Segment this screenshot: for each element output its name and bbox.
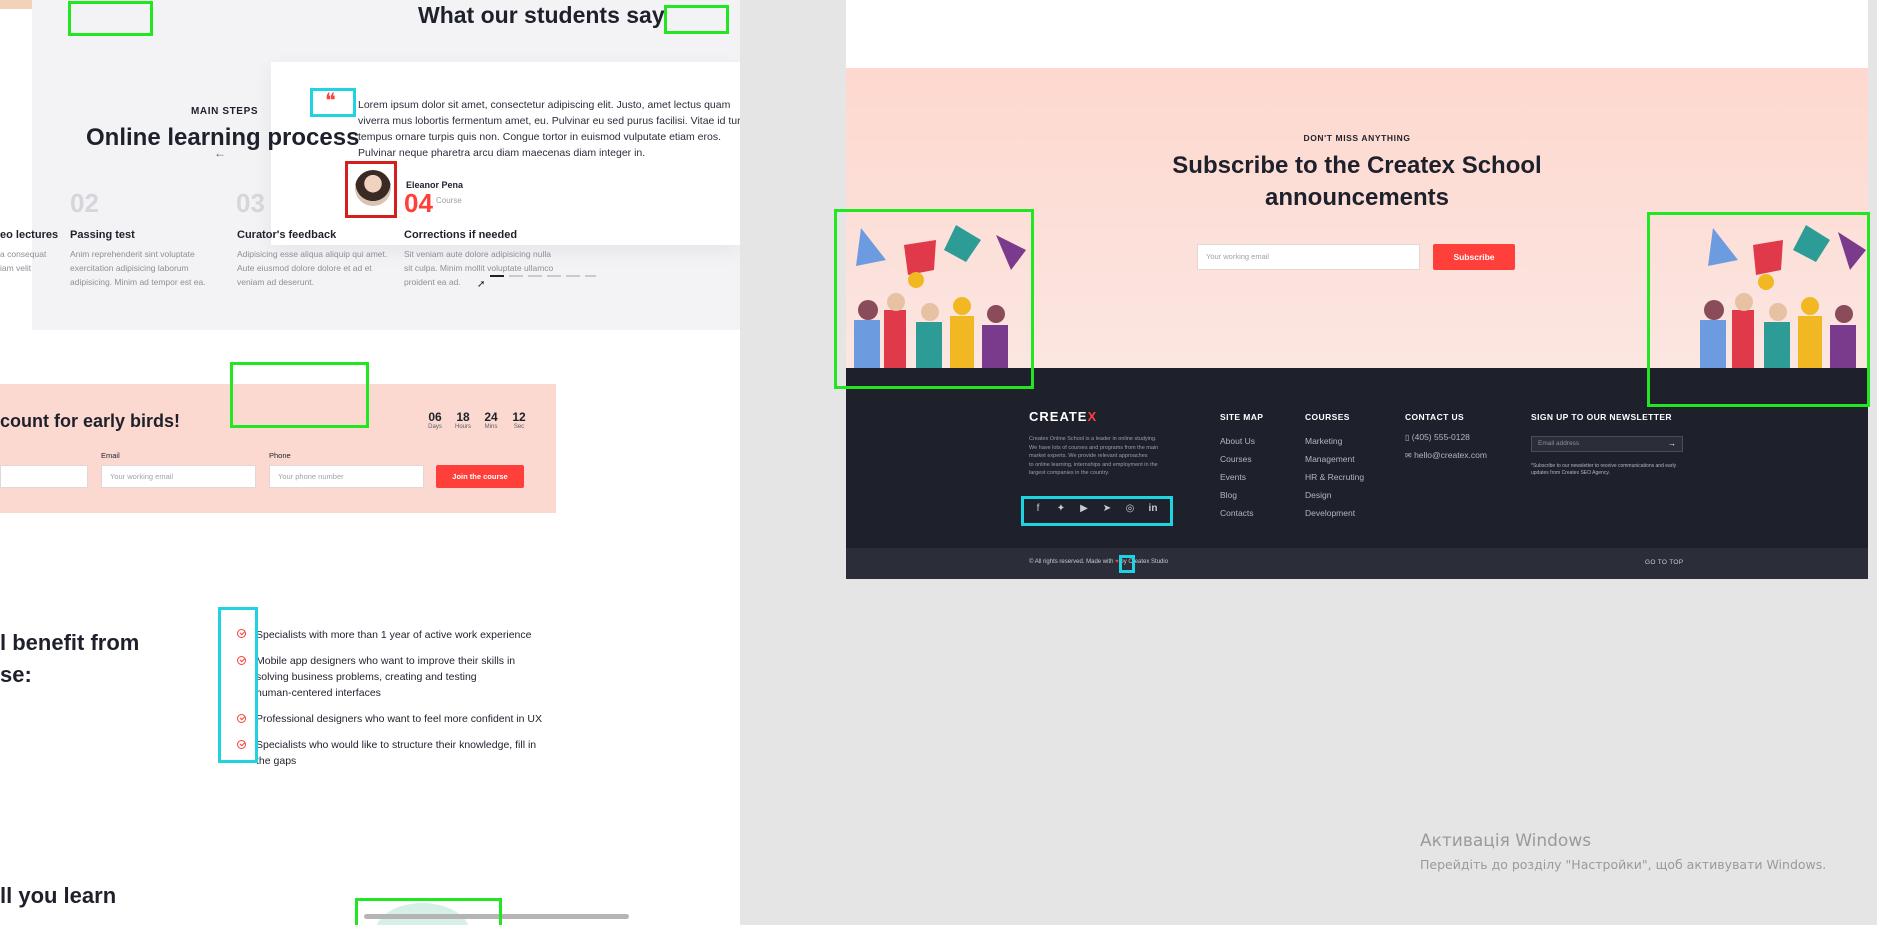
step-text: a consequat iam velit [0, 249, 47, 273]
footer-link-events[interactable]: Events [1220, 468, 1255, 486]
arrow-right-icon[interactable]: → [1668, 437, 1676, 451]
newsletter-input[interactable]: Email address → [1531, 436, 1683, 452]
windows-activation-text: Перейдіть до розділу "Настройки", щоб ак… [1420, 857, 1827, 872]
students-section-title: What our students say [418, 2, 665, 28]
mail-icon: ✉ [1405, 451, 1412, 460]
highlight-box [218, 607, 258, 763]
newsletter-heading: SIGN UP TO OUR NEWSLETTER [1531, 412, 1672, 422]
slider-dots[interactable] [490, 275, 596, 277]
footer-link-marketing[interactable]: Marketing [1305, 432, 1364, 450]
name-field[interactable] [0, 465, 88, 488]
step-title: eo lectures [0, 229, 59, 241]
contact-phone[interactable]: ▯ (405) 555-0128 [1405, 432, 1470, 442]
arrow-left-icon[interactable]: ← [214, 146, 226, 160]
countdown-days: 06 Days [428, 410, 442, 430]
footer-logo[interactable]: CREATEX [1029, 409, 1097, 424]
footer-link-blog[interactable]: Blog [1220, 486, 1255, 504]
courses-links: Marketing Management HR & Recruting Desi… [1305, 432, 1364, 522]
highlight-box [1021, 496, 1173, 526]
benefit-item: Professional designers who want to feel … [256, 713, 542, 725]
sitemap-heading: SITE MAP [1220, 412, 1264, 422]
benefit-title: l benefit from se: [0, 630, 140, 687]
benefit-item: Mobile app designers who want to improve… [256, 655, 516, 699]
cursor-icon: ➚ [477, 279, 486, 290]
footer-link-management[interactable]: Management [1305, 450, 1364, 468]
footer-link-hr[interactable]: HR & Recruting [1305, 468, 1364, 486]
step-number-active: 04 [404, 188, 433, 218]
page-preview-top [846, 0, 1868, 68]
step-title: Corrections if needed [404, 229, 518, 241]
highlight-box [355, 898, 502, 925]
highlight-box [834, 209, 1034, 389]
promo-title: count for early birds! [0, 411, 181, 431]
contact-heading: CONTACT US [1405, 412, 1465, 422]
courses-heading: COURSES [1305, 412, 1350, 422]
learn-title: ll you learn [0, 883, 117, 908]
phone-icon: ▯ [1405, 433, 1410, 442]
author-course: Course [436, 196, 462, 205]
contact-email[interactable]: ✉ hello@createx.com [1405, 450, 1487, 460]
countdown-sec: 12 Sec [512, 410, 526, 430]
phone-field[interactable]: Your phone number [269, 465, 424, 488]
sitemap-links: About Us Courses Events Blog Contacts [1220, 432, 1255, 522]
footer-link-development[interactable]: Development [1305, 504, 1364, 522]
footer-about: Createx Online School is a leader in onl… [1029, 436, 1159, 476]
phone-label: Phone [269, 451, 291, 460]
highlight-box [1647, 212, 1870, 407]
footer-link-about[interactable]: About Us [1220, 432, 1255, 450]
subscribe-title: Subscribe to the Createx School announce… [1172, 152, 1542, 211]
countdown-hours: 18 Hours [454, 410, 471, 430]
countdown: 06 Days 18 Hours 24 Mins 12 Sec [424, 410, 530, 430]
course-page-panel: What our students say ❝ Lorem ipsum dolo… [0, 0, 740, 925]
email-label: Email [101, 451, 120, 460]
highlight-box [68, 1, 153, 36]
slider-dot-active[interactable] [490, 275, 504, 277]
highlight-box [230, 362, 369, 428]
step-title: Curator's feedback [237, 229, 337, 241]
step-number: 02 [70, 188, 99, 218]
footer-link-design[interactable]: Design [1305, 486, 1364, 504]
windows-activation-title: Активація Windows [1420, 831, 1592, 851]
email-field[interactable]: Your working email [101, 465, 256, 488]
footer-link-courses[interactable]: Courses [1220, 450, 1255, 468]
step-number: 03 [236, 188, 265, 218]
highlight-box [1119, 555, 1135, 573]
highlight-box [345, 161, 397, 218]
go-to-top-link[interactable]: GO TO TOP [1645, 559, 1683, 566]
benefit-item: Specialists who would like to structure … [256, 739, 537, 767]
steps-eyebrow: MAIN STEPS [191, 106, 259, 117]
footer-bottom-bar: © All rights reserved. Made with ♥ by Cr… [846, 548, 1868, 579]
copyright: © All rights reserved. Made with ♥ by Cr… [1029, 559, 1169, 565]
highlight-box [310, 88, 356, 117]
testimonial-text: Lorem ipsum dolor sit amet, consectetur … [358, 99, 740, 159]
benefit-item: Specialists with more than 1 year of act… [256, 629, 532, 641]
step-title: Passing test [70, 229, 135, 241]
newsletter-note: *Subscribe to our newsletter to receive … [1531, 463, 1677, 476]
subscribe-eyebrow: DON'T MISS ANYTHING [1303, 133, 1411, 143]
countdown-mins: 24 Mins [484, 410, 498, 430]
logo-x: X [1087, 409, 1098, 424]
footer-link-contacts[interactable]: Contacts [1220, 504, 1255, 522]
step-text: Anim reprehenderit sint voluptate exerci… [70, 249, 206, 287]
highlight-box [664, 5, 729, 34]
subscribe-button[interactable]: Subscribe [1433, 244, 1515, 270]
subscribe-email-input[interactable]: Your working email [1197, 244, 1420, 270]
step-text: Adipisicing esse aliqua aliquip qui amet… [237, 249, 388, 287]
join-course-button[interactable]: Join the course [436, 465, 524, 488]
